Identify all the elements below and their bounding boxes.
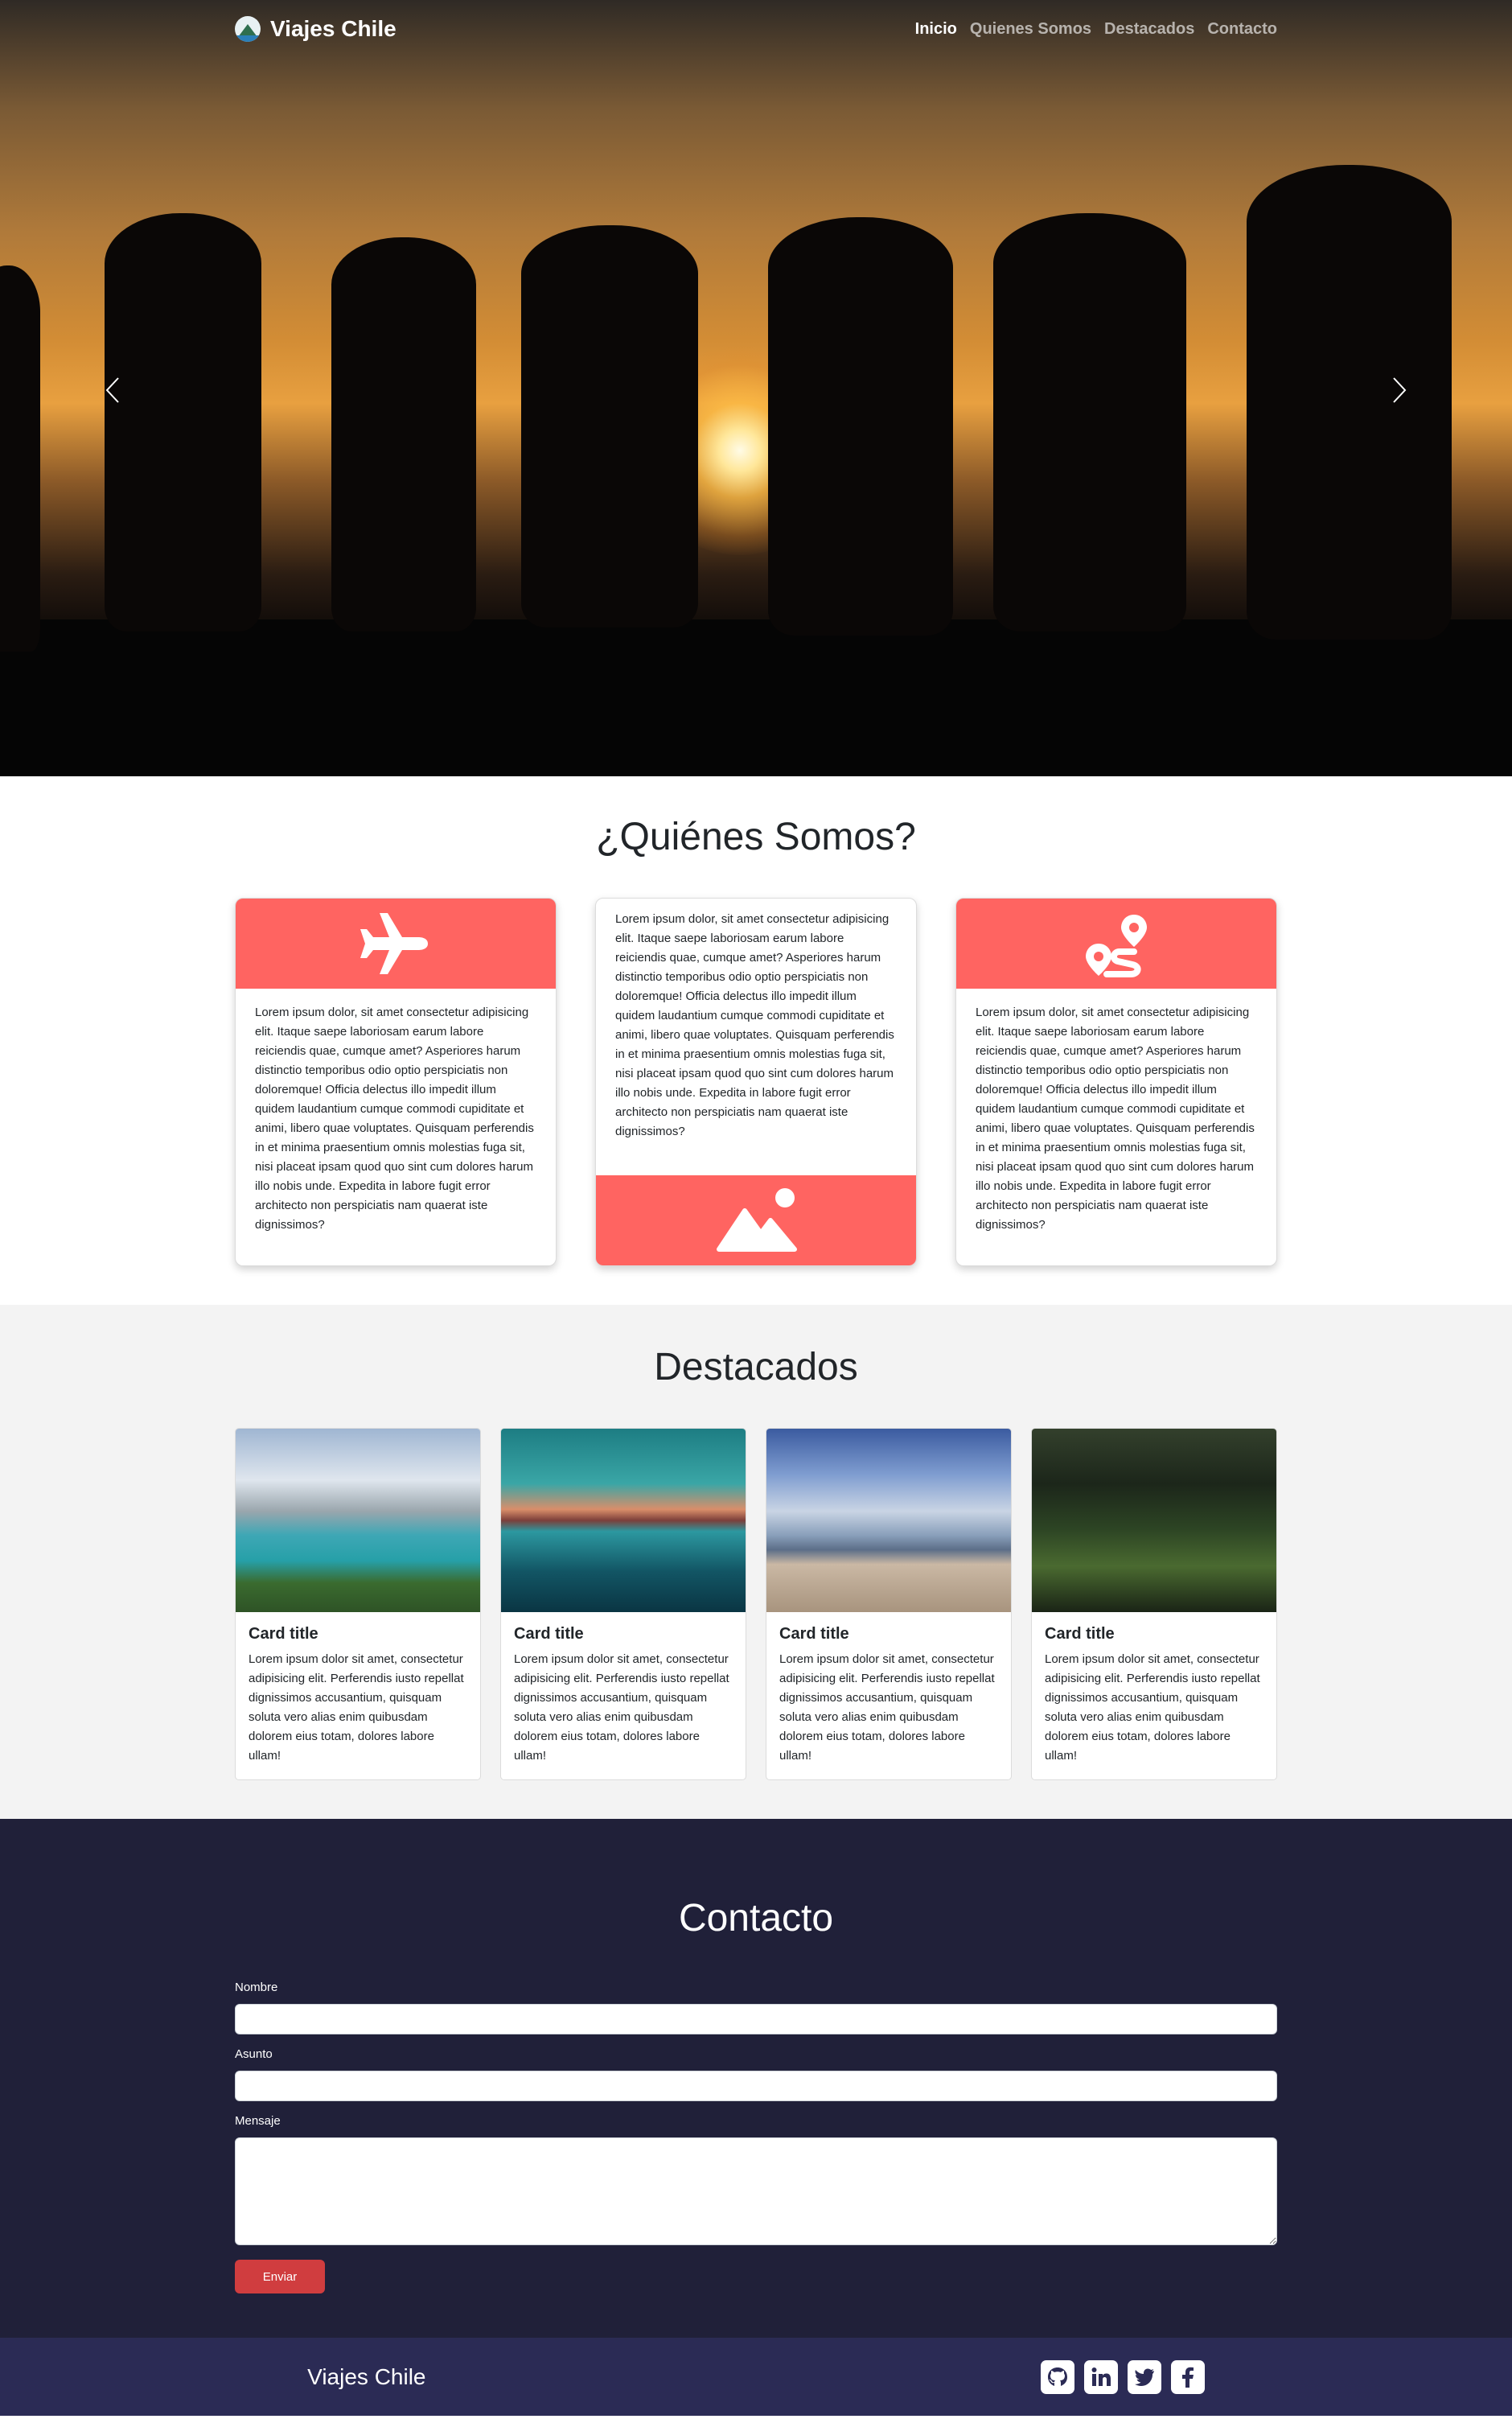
linkedin-icon[interactable] — [1083, 2359, 1118, 2394]
twitter-icon[interactable] — [1127, 2359, 1161, 2394]
carousel-prev-button[interactable] — [90, 366, 138, 414]
hero-carousel: Viajes Chile Inicio Quienes Somos Destac… — [0, 0, 1512, 776]
chevron-right-icon — [1393, 377, 1407, 403]
quienes-card: Lorem ipsum dolor, sit amet consectetur … — [235, 898, 557, 1266]
mensaje-textarea[interactable] — [235, 2137, 1277, 2245]
destacado-card[interactable]: Card title Lorem ipsum dolor sit amet, c… — [766, 1428, 1012, 1780]
quienes-cards-row: Lorem ipsum dolor, sit amet consectetur … — [235, 898, 1277, 1266]
destacados-section: Destacados Card title Lorem ipsum dolor … — [0, 1305, 1512, 1819]
card-image — [766, 1429, 1011, 1612]
github-icon[interactable] — [1040, 2359, 1074, 2394]
card-text: Lorem ipsum dolor, sit amet consectetur … — [976, 1006, 1255, 1232]
moai-statue — [331, 237, 476, 631]
quienes-card: Lorem ipsum dolor, sit amet consectetur … — [595, 898, 917, 1266]
section-title: Contacto — [678, 1897, 834, 1940]
nombre-input[interactable] — [235, 2004, 1277, 2034]
section-title: ¿Quiénes Somos? — [596, 816, 916, 858]
destacado-card[interactable]: Card title Lorem ipsum dolor sit amet, c… — [235, 1428, 481, 1780]
quienes-card: Lorem ipsum dolor, sit amet consectetur … — [955, 898, 1277, 1266]
section-title: Destacados — [654, 1346, 858, 1388]
card-image — [1032, 1429, 1276, 1612]
card-text: Lorem ipsum dolor, sit amet consectetur … — [255, 1006, 534, 1232]
nav-link-destacados[interactable]: Destacados — [1104, 20, 1194, 39]
moai-statue — [768, 217, 953, 636]
nav-link-inicio[interactable]: Inicio — [915, 20, 957, 39]
enviar-button[interactable]: Enviar — [235, 2260, 325, 2293]
card-image — [236, 1429, 480, 1612]
footer: Viajes Chile — [0, 2338, 1512, 2416]
contacto-section: Contacto Nombre Asunto Mensaje Enviar — [0, 1819, 1512, 2338]
brand[interactable]: Viajes Chile — [235, 16, 396, 42]
destacados-cards-row: Card title Lorem ipsum dolor sit amet, c… — [235, 1428, 1277, 1780]
asunto-input[interactable] — [235, 2071, 1277, 2101]
card-text: Lorem ipsum dolor sit amet, consectetur … — [1045, 1652, 1260, 1763]
card-title: Card title — [1045, 1625, 1115, 1643]
navbar: Viajes Chile Inicio Quienes Somos Destac… — [0, 0, 1512, 58]
card-text: Lorem ipsum dolor sit amet, consectetur … — [779, 1652, 995, 1763]
asunto-label: Asunto — [235, 2047, 273, 2061]
destacado-card[interactable]: Card title Lorem ipsum dolor sit amet, c… — [1031, 1428, 1277, 1780]
facebook-icon[interactable] — [1170, 2359, 1205, 2394]
card-title: Card title — [514, 1625, 584, 1643]
contact-form: Nombre Asunto Mensaje Enviar — [235, 1981, 1277, 2293]
quienes-somos-section: ¿Quiénes Somos? Lorem ipsum dolor, sit a… — [0, 776, 1512, 1305]
nav-links: Inicio Quienes Somos Destacados Contacto — [915, 20, 1277, 39]
nombre-label: Nombre — [235, 1981, 278, 1994]
moai-statue — [105, 213, 261, 631]
moai-statue — [993, 213, 1186, 631]
moai-statue — [521, 225, 698, 627]
image-icon — [717, 1188, 797, 1252]
card-text: Lorem ipsum dolor sit amet, consectetur … — [514, 1652, 729, 1763]
route-icon — [1086, 915, 1147, 977]
plane-icon — [360, 913, 428, 974]
card-image — [501, 1429, 746, 1612]
carousel-next-button[interactable] — [1374, 366, 1422, 414]
destacado-card[interactable]: Card title Lorem ipsum dolor sit amet, c… — [500, 1428, 746, 1780]
card-icon-footer — [596, 1175, 916, 1265]
card-icon-header — [956, 899, 1276, 989]
card-title: Card title — [779, 1625, 849, 1643]
logo-icon — [235, 16, 261, 42]
chevron-left-icon — [105, 377, 119, 403]
mensaje-label: Mensaje — [235, 2114, 281, 2128]
social-links — [1040, 2359, 1205, 2394]
footer-brand: Viajes Chile — [307, 2363, 426, 2389]
card-icon-header — [236, 899, 556, 989]
card-text: Lorem ipsum dolor sit amet, consectetur … — [249, 1652, 464, 1763]
nav-link-quienes-somos[interactable]: Quienes Somos — [970, 20, 1091, 39]
card-title: Card title — [249, 1625, 318, 1643]
moai-statue — [0, 265, 40, 652]
horizon — [0, 619, 1512, 776]
nav-link-contacto[interactable]: Contacto — [1207, 20, 1277, 39]
brand-name: Viajes Chile — [270, 16, 396, 41]
card-text: Lorem ipsum dolor, sit amet consectetur … — [615, 912, 894, 1138]
